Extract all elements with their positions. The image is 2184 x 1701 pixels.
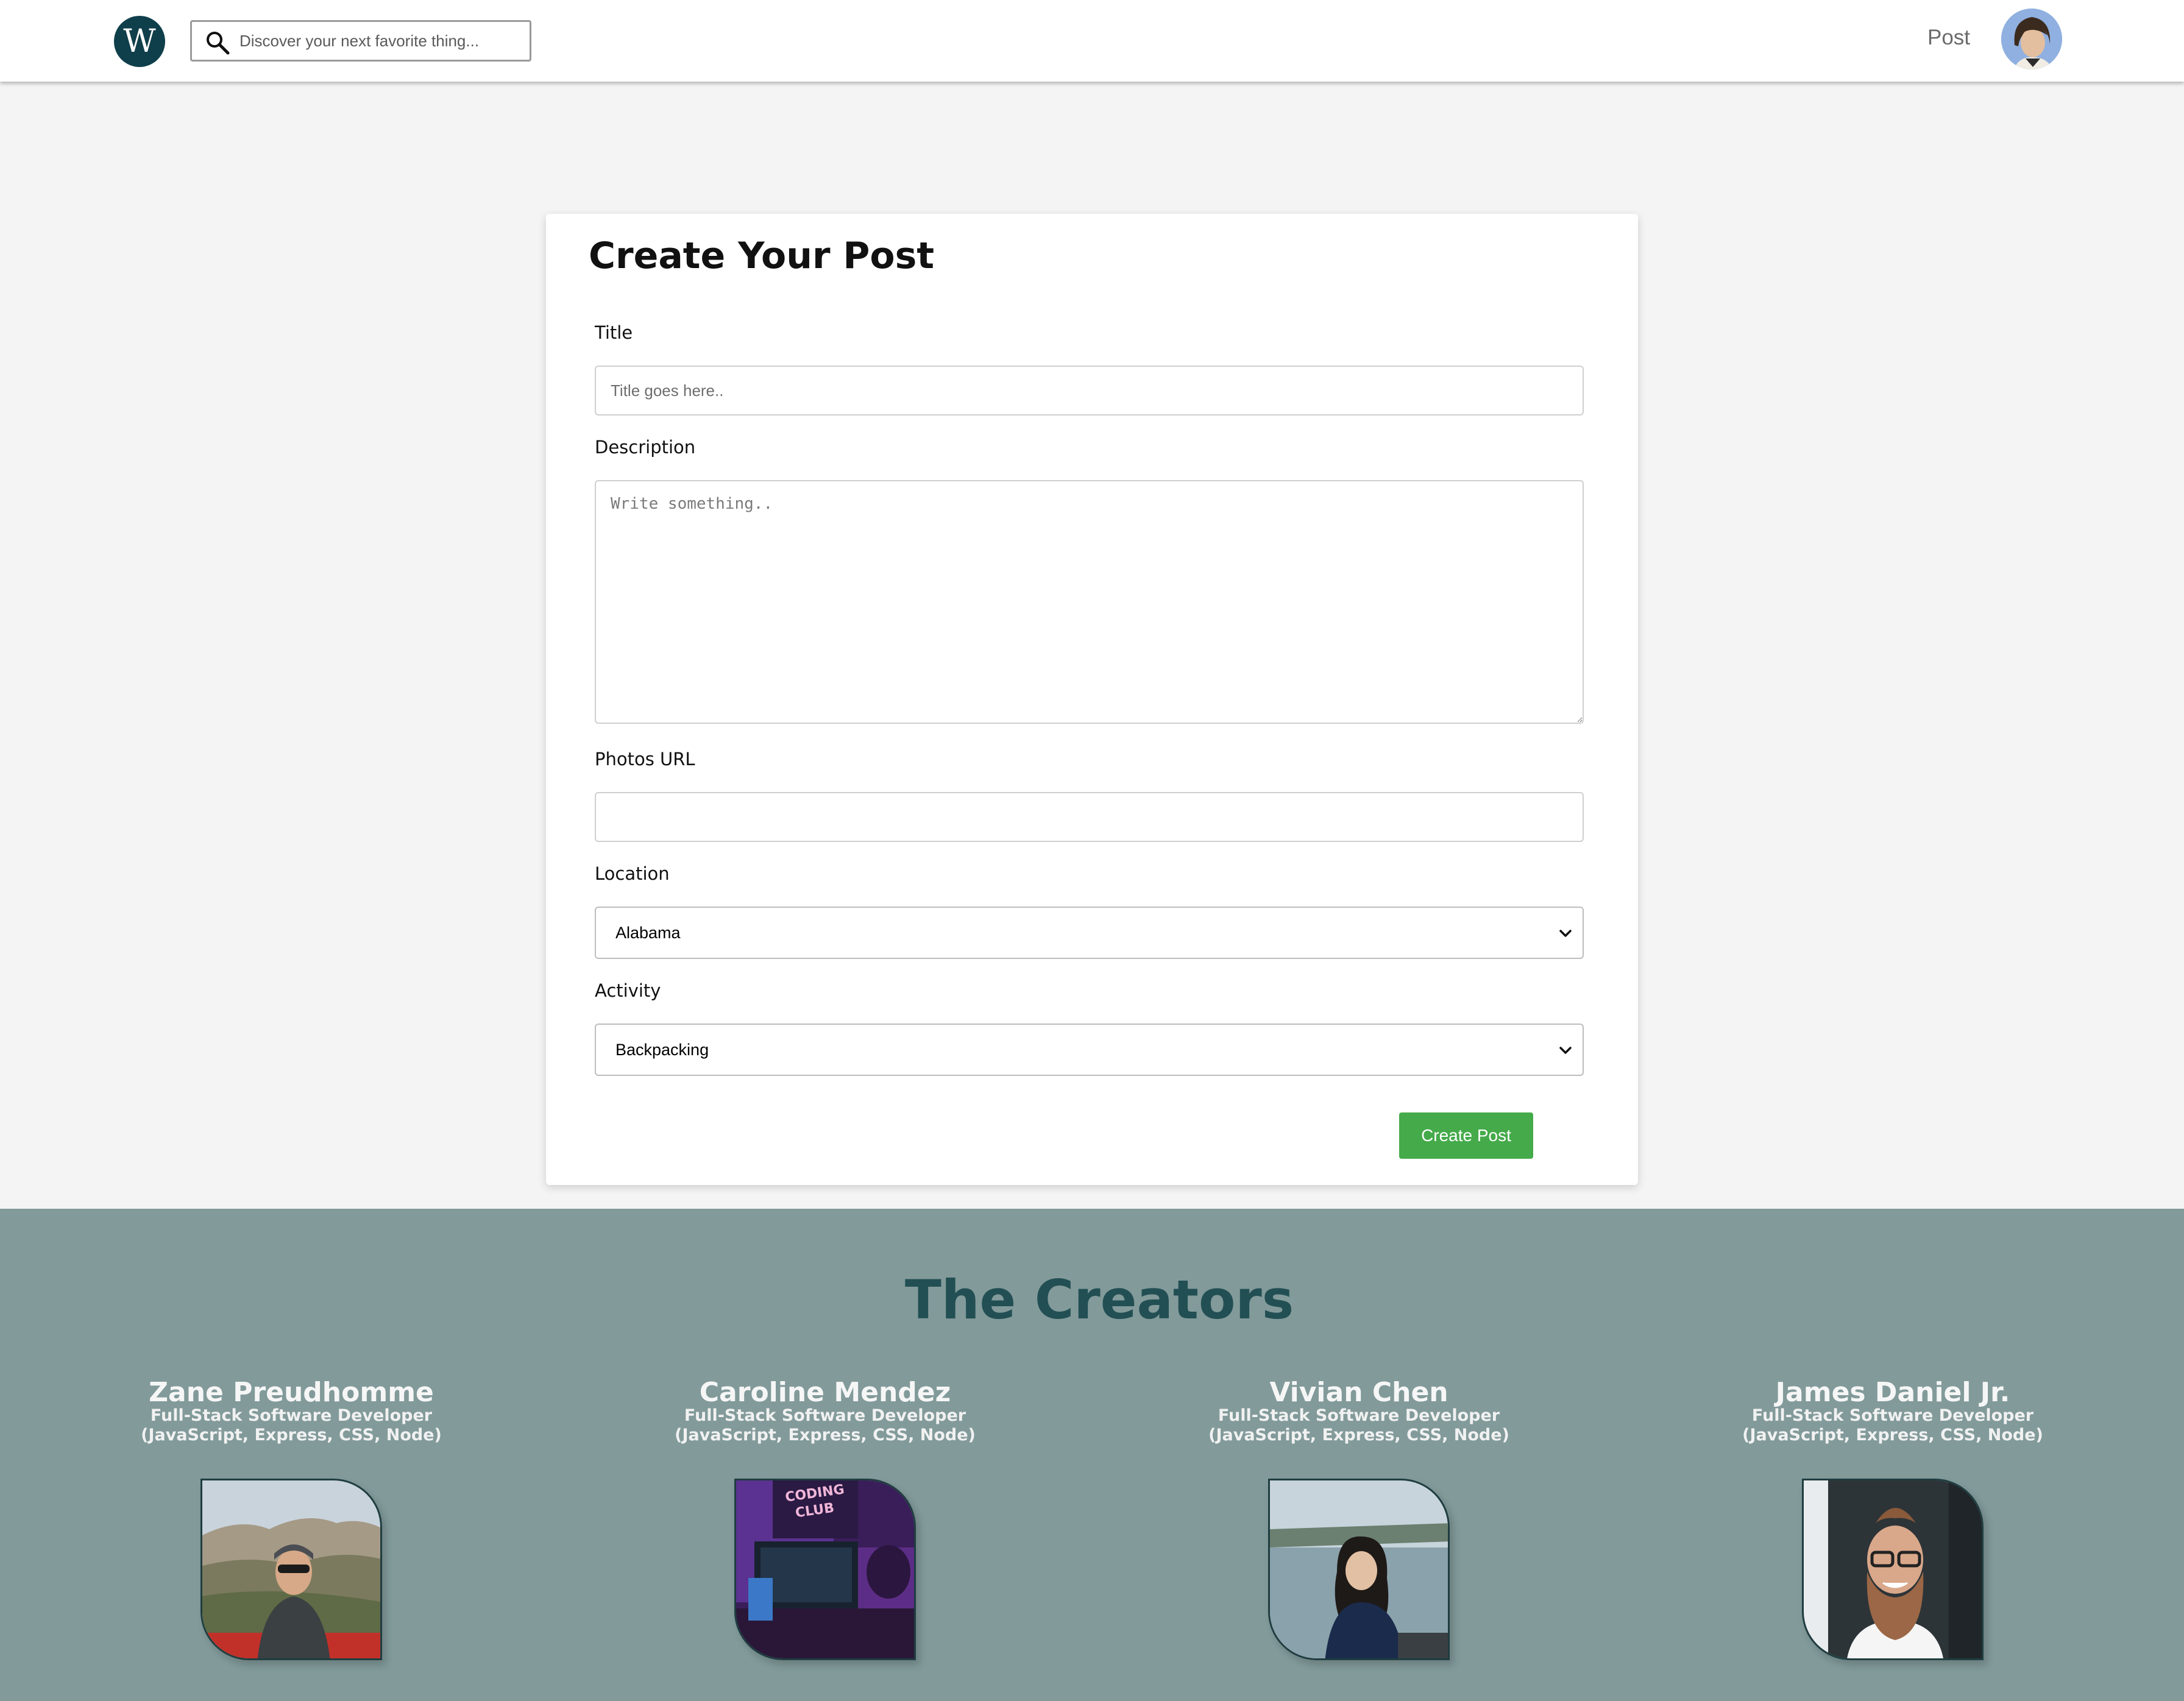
creator-card: Zane Preudhomme Full-Stack Software Deve…: [96, 1379, 486, 1446]
creator-stack: (JavaScript, Express, CSS, Node): [675, 1426, 976, 1445]
search-input[interactable]: [239, 27, 520, 55]
creator-name: Vivian Chen: [1269, 1377, 1448, 1408]
creator-role: Full-Stack Software Developer: [684, 1406, 966, 1425]
creator-photo: [1802, 1479, 1984, 1660]
chevron-down-icon: [1559, 1047, 1572, 1054]
creator-role: Full-Stack Software Developer: [1751, 1406, 2034, 1425]
creator-name: Zane Preudhomme: [149, 1377, 434, 1408]
logo[interactable]: W: [114, 16, 165, 67]
creators-heading: The Creators: [904, 1268, 1294, 1331]
creator-photo: CODING CLUB: [734, 1479, 916, 1660]
creator-photo-image: [1270, 1480, 1448, 1658]
top-navbar: W Post: [0, 0, 2184, 82]
activity-selected-value: Backpacking: [615, 1041, 709, 1059]
creator-card: Vivian Chen Full-Stack Software Develope…: [1164, 1379, 1554, 1446]
creator-name: James Daniel Jr.: [1775, 1377, 2010, 1408]
page-title: Create Your Post: [589, 235, 935, 277]
location-select[interactable]: Alabama: [595, 907, 1584, 959]
creator-photo-image: [202, 1480, 380, 1658]
chevron-down-icon: [1559, 930, 1572, 937]
creator-photo-image: [1804, 1480, 1982, 1658]
creator-stack: (JavaScript, Express, CSS, Node): [1742, 1426, 2043, 1445]
creator-name: Caroline Mendez: [699, 1377, 951, 1408]
description-label: Description: [595, 437, 696, 458]
creator-photo: [200, 1479, 382, 1660]
creator-photo-image: CODING CLUB: [736, 1480, 914, 1658]
avatar-image: [2001, 9, 2062, 69]
photos-url-input[interactable]: [595, 792, 1584, 842]
create-post-card: Create Your Post Title Description Photo…: [546, 214, 1638, 1185]
nav-post-link[interactable]: Post: [1927, 26, 1970, 50]
activity-label: Activity: [595, 980, 661, 1001]
creator-stack: (JavaScript, Express, CSS, Node): [1208, 1426, 1509, 1445]
avatar[interactable]: [2001, 9, 2062, 69]
location-selected-value: Alabama: [615, 924, 681, 942]
creator-role: Full-Stack Software Developer: [1218, 1406, 1500, 1425]
photos-url-label: Photos URL: [595, 749, 695, 769]
activity-select[interactable]: Backpacking: [595, 1024, 1584, 1076]
logo-letter: W: [123, 23, 156, 60]
search-icon: [207, 32, 230, 55]
location-label: Location: [595, 863, 670, 884]
creator-card: Caroline Mendez Full-Stack Software Deve…: [630, 1379, 1020, 1446]
creator-card: James Daniel Jr. Full-Stack Software Dev…: [1698, 1379, 2088, 1446]
description-textarea[interactable]: [595, 480, 1584, 724]
creator-stack: (JavaScript, Express, CSS, Node): [141, 1426, 442, 1445]
create-post-button[interactable]: Create Post: [1399, 1112, 1533, 1159]
creator-photo: [1268, 1479, 1450, 1660]
creator-role: Full-Stack Software Developer: [150, 1406, 433, 1425]
search-bar[interactable]: [190, 20, 531, 62]
title-label: Title: [595, 322, 633, 343]
title-input[interactable]: [595, 366, 1584, 416]
